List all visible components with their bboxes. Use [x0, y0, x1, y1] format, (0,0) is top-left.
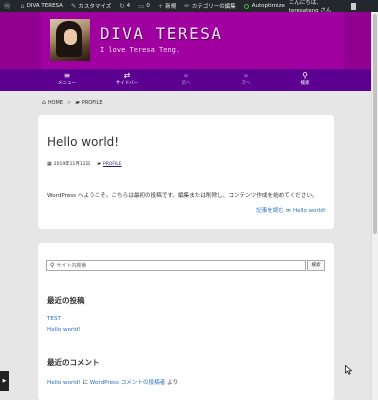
breadcrumb: ⌂ HOME > ▰ PROFILE	[42, 99, 103, 106]
nav-menu-label: メニュー	[58, 81, 76, 86]
site-description: I love Teresa Teng.	[100, 46, 181, 54]
nav-sidebar-button[interactable]: ⇄ サイドバー	[97, 69, 157, 91]
pencil-icon: ✏	[184, 1, 190, 10]
post-excerpt: WordPress へようこそ。こちらは最初の投稿です。編集または削除し、コンテ…	[47, 193, 318, 199]
search-icon: ⚲	[50, 262, 55, 269]
admin-new[interactable]: + 新規	[154, 0, 180, 12]
nav-next-button[interactable]: » 次へ	[216, 69, 276, 91]
recent-post-link[interactable]: TEST	[47, 316, 61, 322]
admin-account[interactable]: こんにちは、 teresateng さん	[289, 0, 378, 14]
post-meta: ▦ 2019年11月12日 ▰ PROFILE	[47, 161, 122, 167]
wordpress-icon: Ⓦ	[4, 1, 11, 10]
site-title[interactable]: DIVA TERESA	[100, 24, 222, 43]
paintbrush-icon: ✎	[70, 1, 77, 10]
breadcrumb-separator: >	[66, 99, 72, 106]
site-logo-image[interactable]	[50, 19, 90, 61]
home-icon: ⌂	[42, 99, 46, 106]
admin-updates[interactable]: ↻ 4	[115, 0, 134, 12]
nav-search-label: 検索	[300, 81, 310, 86]
nav-sidebar-label: サイドバー	[115, 81, 139, 86]
nav-search-button[interactable]: ⚲ 検索	[275, 69, 335, 91]
recent-comments-title: 最近のコメント	[47, 358, 100, 367]
comment-on-text: に	[80, 380, 90, 386]
admin-comments[interactable]: ▭ 0	[134, 0, 154, 12]
mouse-cursor-icon	[345, 365, 353, 375]
admin-site-name[interactable]: ⌂ DIVA TERESA	[17, 0, 67, 12]
home-icon: ⌂	[20, 1, 25, 10]
nav-prev-label: 前へ	[181, 81, 191, 86]
caret-right-icon: ▶	[2, 378, 7, 384]
breadcrumb-home[interactable]: HOME	[48, 100, 63, 106]
admin-edit-category-label: カテゴリーの編集	[191, 4, 236, 10]
folder-open-icon: ▰	[75, 99, 80, 106]
recent-posts-title: 最近の投稿	[47, 296, 85, 305]
admin-customize[interactable]: ✎ カスタマイズ	[67, 0, 115, 12]
admin-customize-label: カスタマイズ	[78, 4, 112, 10]
scrollbar-thumb[interactable]	[373, 14, 377, 234]
admin-edit-category[interactable]: ✏ カテゴリーの編集	[180, 0, 239, 12]
search-input[interactable]: ⚲ サイト内検索	[46, 260, 306, 271]
admin-autoptimize[interactable]: Autoptimize	[240, 0, 289, 12]
admin-new-label: 新規	[165, 4, 177, 10]
post-card: Hello world! ▦ 2019年11月12日 ▰ PROFILE Wor…	[38, 115, 334, 229]
search-icon: ⚲	[302, 71, 308, 80]
nav-menu-button[interactable]: ≡ メニュー	[37, 69, 97, 91]
admin-comments-count: 0	[146, 3, 150, 9]
updates-icon: ↻	[119, 1, 125, 10]
plus-icon: +	[157, 1, 164, 10]
read-more-link[interactable]: 記事を読む ≫ Hello world!	[256, 206, 326, 214]
double-angle-left-icon: «	[183, 71, 189, 80]
autoptimize-status-icon	[243, 3, 249, 9]
admin-updates-count: 4	[126, 3, 131, 9]
admin-site-name-label: DIVA TERESA	[26, 3, 63, 9]
admin-autoptimize-label: Autoptimize	[251, 3, 285, 9]
search-placeholder: サイト内検索	[56, 263, 87, 269]
nav-prev-button[interactable]: « 前へ	[156, 69, 216, 91]
comment-author-link[interactable]: WordPress コメントの投稿者	[90, 380, 166, 386]
post-date: 2019年11月12日	[53, 162, 91, 167]
wordpress-menu[interactable]: Ⓦ	[0, 0, 17, 12]
double-angle-right-icon: »	[243, 71, 249, 80]
post-title: Hello world!	[47, 135, 120, 149]
post-category-link[interactable]: PROFILE	[103, 162, 122, 167]
nav-next-label: 次へ	[241, 81, 251, 86]
comment-icon: ▭	[138, 1, 145, 10]
logo-face	[64, 29, 77, 45]
search-submit-button[interactable]: 検索	[307, 260, 325, 271]
exchange-icon: ⇄	[123, 71, 131, 80]
admin-bar: Ⓦ ⌂ DIVA TERESA ✎ カスタマイズ ↻ 4 ▭ 0 + 新規 ✏ …	[0, 0, 378, 14]
panel-toggle-button[interactable]: ▶	[0, 371, 9, 391]
mobile-nav-bar: ≡ メニュー ⇄ サイドバー « 前へ » 次へ ⚲ 検索	[0, 69, 378, 91]
recent-post-link[interactable]: Hello world!	[47, 327, 81, 333]
sidebar-card: ⚲ サイト内検索 検索 最近の投稿 TEST Hello world! 最近のコ…	[38, 243, 334, 400]
avatar	[350, 2, 356, 10]
folder-icon: ▰	[97, 161, 101, 167]
comment-by-text: より	[165, 380, 179, 386]
menu-icon: ≡	[63, 71, 71, 80]
page-scrollbar[interactable]	[371, 12, 378, 400]
comment-post-link[interactable]: Hello world!	[47, 380, 81, 386]
calendar-icon: ▦	[47, 161, 52, 167]
breadcrumb-current[interactable]: PROFILE	[82, 100, 103, 106]
recent-comment-item: Hello world! に WordPress コメントの投稿者 より	[47, 378, 178, 386]
